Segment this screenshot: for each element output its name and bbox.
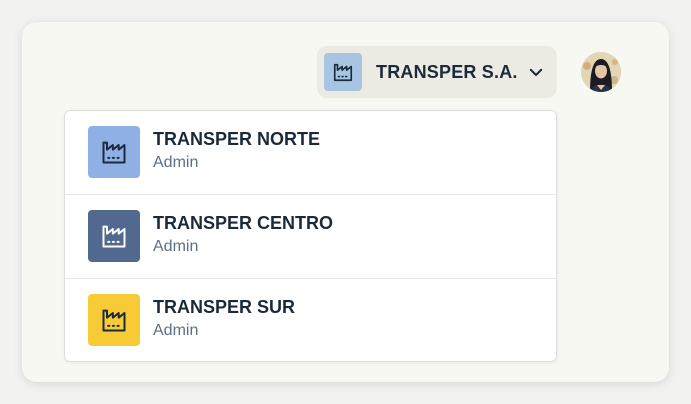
- menu-item-role: Admin: [153, 238, 199, 255]
- menu-item-transper-sur[interactable]: TRANSPER SUR Admin: [65, 278, 556, 361]
- user-avatar[interactable]: [581, 52, 621, 92]
- organization-dropdown: TRANSPER NORTE Admin TRANSPER CENTRO Adm…: [64, 110, 557, 362]
- factory-icon: [88, 210, 140, 262]
- menu-item-role: Admin: [153, 154, 199, 171]
- factory-icon: [88, 294, 140, 346]
- organization-switcher[interactable]: TRANSPER S.A.: [317, 46, 557, 98]
- menu-item-transper-norte[interactable]: TRANSPER NORTE Admin: [65, 111, 556, 195]
- factory-icon: [88, 126, 140, 178]
- factory-icon: [324, 53, 362, 91]
- organization-name: TRANSPER S.A.: [376, 62, 518, 82]
- chevron-down-icon: [529, 68, 543, 76]
- menu-item-title: TRANSPER NORTE: [153, 129, 321, 149]
- menu-item-title: TRANSPER CENTRO: [153, 213, 334, 233]
- menu-item-title: TRANSPER SUR: [153, 297, 296, 317]
- menu-item-role: Admin: [153, 322, 199, 339]
- menu-item-transper-centro[interactable]: TRANSPER CENTRO Admin: [65, 194, 556, 278]
